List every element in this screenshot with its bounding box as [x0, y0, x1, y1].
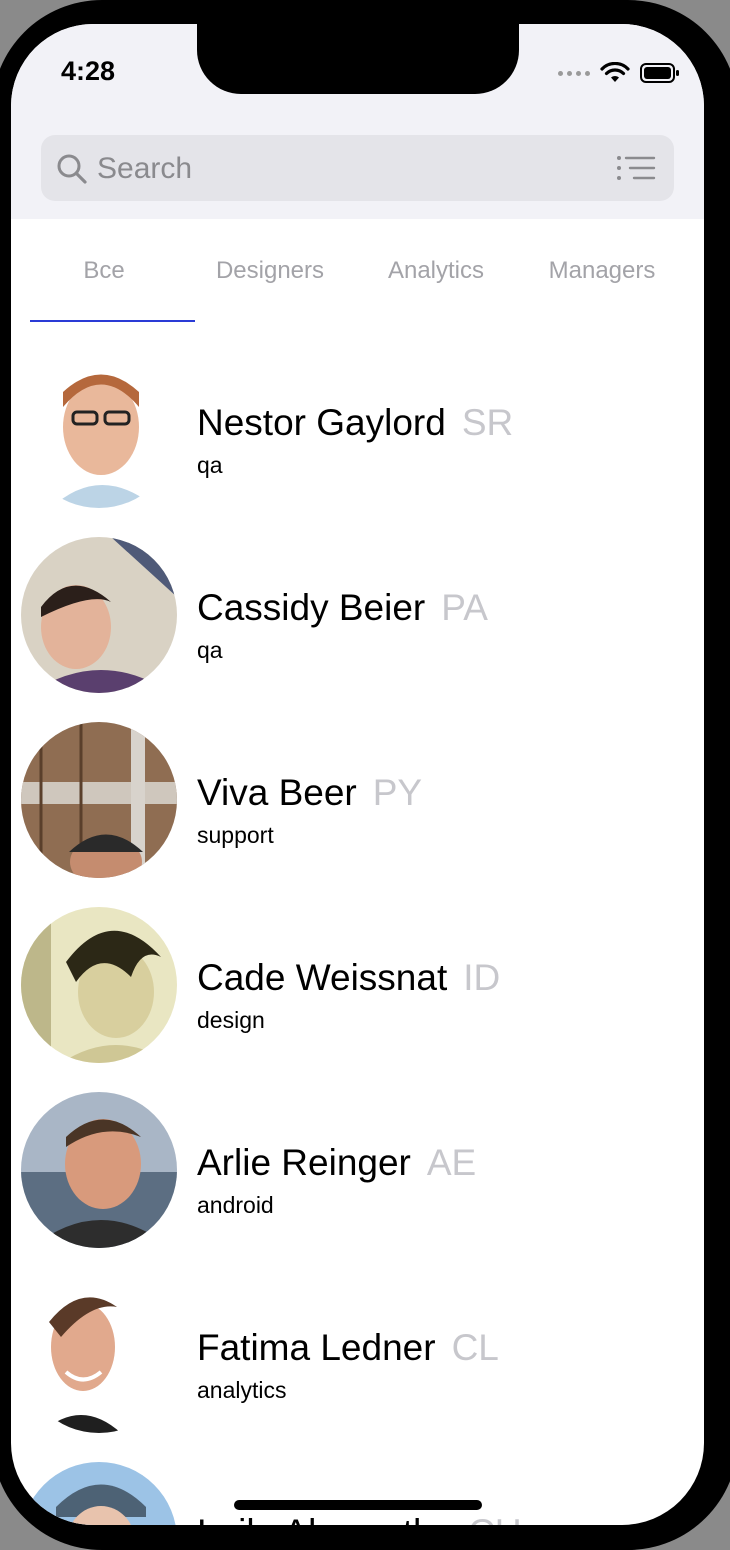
person-tag: PY	[372, 772, 423, 813]
avatar	[21, 352, 177, 508]
person-tag: CL	[451, 1327, 499, 1368]
person-tag: PA	[441, 587, 488, 628]
tab-managers[interactable]: Managers	[519, 257, 685, 285]
person-full-name: Nestor Gaylord	[197, 402, 446, 443]
filter-list-icon[interactable]	[616, 155, 656, 181]
search-input[interactable]: Search	[97, 152, 192, 186]
person-name: Cassidy Beier PA	[197, 587, 488, 629]
avatar	[21, 1462, 177, 1525]
person-name: Nestor Gaylord SR	[197, 402, 513, 444]
person-tag: AE	[426, 1142, 477, 1183]
person-full-name: Fatima Ledner	[197, 1327, 436, 1368]
person-tag: CU	[468, 1512, 521, 1525]
person-department: analytics	[197, 1377, 287, 1403]
header-area: 4:28 Search	[11, 24, 704, 219]
app-screen: 4:28 Search Все Designers Analytics Mana…	[11, 24, 704, 1525]
avatar	[21, 537, 177, 693]
person-department: android	[197, 1192, 274, 1218]
person-department: design	[197, 1007, 265, 1033]
people-list: Nestor Gaylord SR qa Cassidy Beier PA qa	[11, 324, 704, 1525]
avatar	[21, 1092, 177, 1248]
person-name: Cade Weissnat ID	[197, 957, 500, 999]
person-department: support	[197, 822, 274, 848]
search-icon	[57, 154, 87, 184]
person-tag: SR	[461, 402, 514, 443]
person-department: qa	[197, 452, 223, 478]
avatar	[21, 907, 177, 1063]
avatar	[21, 722, 177, 878]
home-indicator[interactable]	[234, 1500, 482, 1510]
tab-designers[interactable]: Designers	[187, 257, 353, 285]
list-item[interactable]: Arlie Reinger AE android	[11, 1064, 704, 1249]
status-time: 4:28	[61, 56, 116, 86]
person-tag: ID	[463, 957, 501, 998]
tab-analytics[interactable]: Analytics	[353, 257, 519, 285]
person-name: Viva Beer PY	[197, 772, 422, 814]
active-tab-indicator	[30, 320, 195, 322]
tab-all[interactable]: Все	[21, 257, 187, 285]
person-full-name: Cade Weissnat	[197, 957, 448, 998]
person-department: qa	[197, 637, 223, 663]
list-item[interactable]: Nestor Gaylord SR qa	[11, 324, 704, 509]
cellular-signal-icon	[558, 70, 590, 76]
status-indicators	[558, 62, 680, 84]
person-name: Leila Abernathy CU	[197, 1512, 522, 1525]
person-full-name: Arlie Reinger	[197, 1142, 411, 1183]
list-item[interactable]: Fatima Ledner CL analytics	[11, 1249, 704, 1434]
person-full-name: Leila Abernathy	[197, 1512, 452, 1525]
person-full-name: Viva Beer	[197, 772, 357, 813]
list-item[interactable]: Viva Beer PY support	[11, 694, 704, 879]
list-item[interactable]: Cade Weissnat ID design	[11, 879, 704, 1064]
list-item[interactable]: Cassidy Beier PA qa	[11, 509, 704, 694]
person-name: Arlie Reinger AE	[197, 1142, 476, 1184]
person-full-name: Cassidy Beier	[197, 587, 426, 628]
search-bar[interactable]: Search	[41, 135, 674, 201]
department-tabs: Все Designers Analytics Managers	[11, 219, 704, 324]
list-item[interactable]: Leila Abernathy CU	[11, 1434, 704, 1525]
device-notch	[197, 24, 519, 94]
avatar	[21, 1277, 177, 1433]
battery-icon	[640, 63, 679, 83]
wifi-icon	[600, 62, 630, 82]
person-name: Fatima Ledner CL	[197, 1327, 499, 1369]
